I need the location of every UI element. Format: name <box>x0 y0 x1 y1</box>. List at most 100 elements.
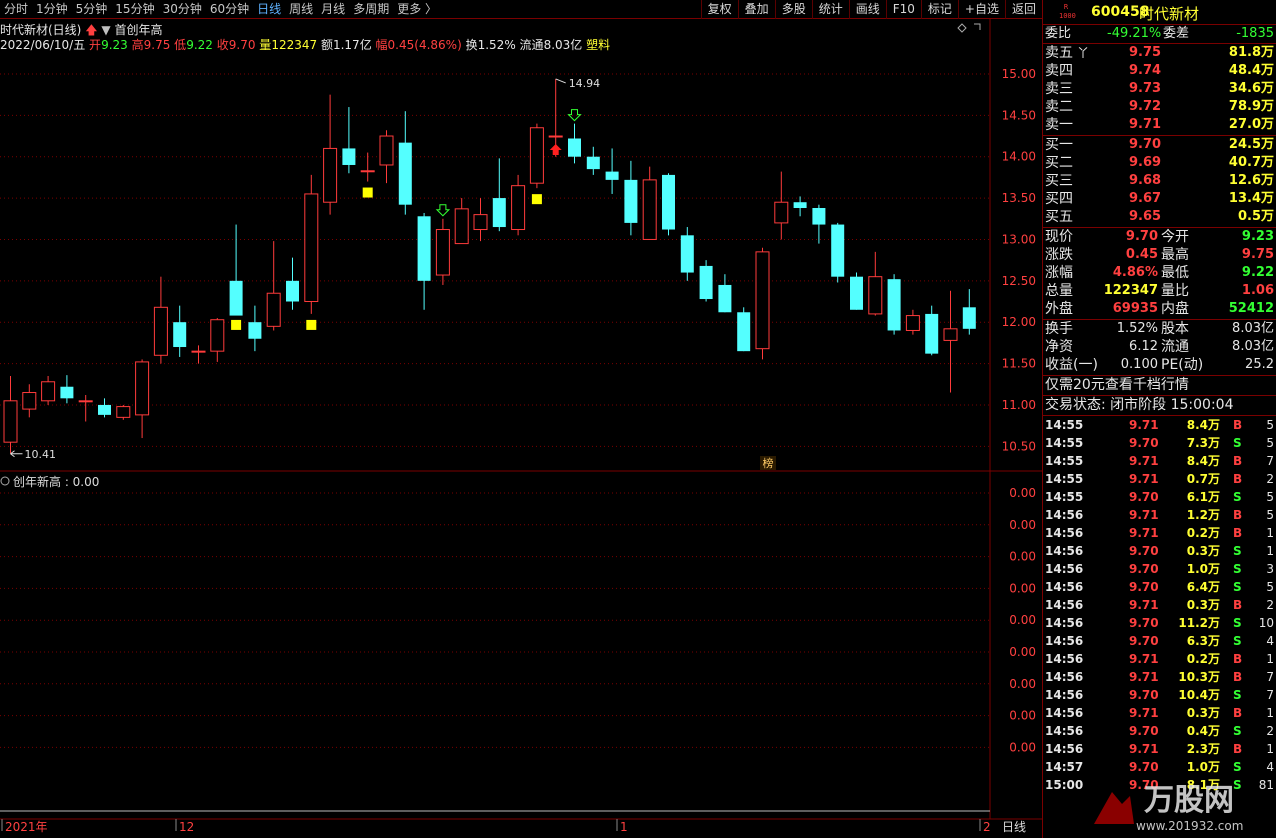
sell-row[interactable]: 卖三 9.73 34.6万 <box>1043 80 1276 98</box>
candle-body-up[interactable] <box>41 381 56 402</box>
candle-body-up[interactable] <box>304 193 319 303</box>
candle-body-up[interactable] <box>642 179 657 240</box>
candle-body-down[interactable] <box>793 202 807 209</box>
candle-body-up[interactable] <box>435 229 450 276</box>
tool-button-7[interactable]: +自选 <box>957 0 1005 19</box>
chart-area[interactable]: 15.00 14.50 14.00 13.50 13.00 12.50 12.00 11.50… <box>0 19 1042 838</box>
candle-body-up[interactable] <box>529 127 544 184</box>
sector-label[interactable]: 塑料 <box>586 38 610 52</box>
period-tab-3[interactable]: 15分钟 <box>111 0 158 19</box>
period-tab-8[interactable]: 月线 <box>317 0 349 19</box>
period-tab-2[interactable]: 5分钟 <box>72 0 112 19</box>
candle-body-up[interactable] <box>3 400 18 443</box>
candle-body-down[interactable] <box>286 280 299 302</box>
candle-body-up[interactable] <box>210 319 225 352</box>
tool-button-1[interactable]: 叠加 <box>737 0 775 19</box>
tick-direction: B <box>1233 706 1243 720</box>
candle-body-down[interactable] <box>925 313 939 354</box>
candle-body-down[interactable] <box>662 174 675 230</box>
tool-button-6[interactable]: 标记 <box>920 0 958 19</box>
candle-body-up[interactable] <box>511 185 526 231</box>
candle-body-down[interactable] <box>98 404 111 415</box>
candle-body-down[interactable] <box>417 216 431 281</box>
candle-body-up[interactable] <box>774 201 789 224</box>
tool-button-3[interactable]: 统计 <box>811 0 849 19</box>
tool-button-4[interactable]: 画线 <box>848 0 886 19</box>
candle-body-down[interactable] <box>831 224 845 277</box>
sell-row[interactable]: 卖一 9.71 27.0万 <box>1043 116 1276 134</box>
candle-body-down[interactable] <box>60 386 74 399</box>
candle-body-down[interactable] <box>737 312 751 352</box>
period-indicator[interactable]: 日线 <box>1002 820 1026 834</box>
candle-body-up[interactable] <box>943 328 958 341</box>
candle-body-down[interactable] <box>718 284 732 313</box>
candle-body-down[interactable] <box>605 171 619 180</box>
period-tab-6[interactable]: 日线 <box>253 0 285 19</box>
buy-row[interactable]: 买一 9.70 24.5万 <box>1043 136 1276 154</box>
sub-indicator-dropdown-icon[interactable] <box>0 476 10 486</box>
sell-row[interactable]: 卖四 9.74 48.4万 <box>1043 62 1276 80</box>
buy-volume: 40.7万 <box>1228 155 1274 170</box>
tick-list[interactable]: 14:55 9.71 8.4万 B 5 14:55 9.70 7.3万 S 5 14:55 9.71 8… <box>1043 416 1276 794</box>
candle-body-down[interactable] <box>962 307 976 329</box>
candle-body-down[interactable] <box>624 179 638 223</box>
candle-body-up[interactable] <box>360 170 375 173</box>
tool-button-5[interactable]: F10 <box>885 0 921 19</box>
period-tab-1[interactable]: 1分钟 <box>32 0 72 19</box>
period-tab-10[interactable]: 更多 〉 <box>393 0 441 19</box>
tick-count: 1 <box>1266 706 1274 720</box>
tool-button-2[interactable]: 多股 <box>774 0 812 19</box>
promo-row[interactable]: 仅需20元查看千档行情 <box>1043 376 1276 396</box>
indicator-name[interactable]: 首创年高 <box>114 23 162 37</box>
candle-body-down[interactable] <box>342 148 356 165</box>
candle-body-up[interactable] <box>548 135 563 138</box>
candle-body-up[interactable] <box>116 406 131 418</box>
candle-body-up[interactable] <box>266 292 281 327</box>
kline-chart[interactable]: 15.00 14.50 14.00 13.50 13.00 12.50 12.00 11.50… <box>0 19 1042 838</box>
candle-body-up[interactable] <box>78 400 93 403</box>
buy-row[interactable]: 买五 9.65 0.5万 <box>1043 208 1276 226</box>
candle-body-down[interactable] <box>586 156 600 170</box>
candle-body-up[interactable] <box>153 306 168 356</box>
candle-body-down[interactable] <box>398 142 412 205</box>
candle-body-up[interactable] <box>473 214 488 231</box>
period-tab-5[interactable]: 60分钟 <box>206 0 253 19</box>
expand-icon[interactable] <box>974 23 981 30</box>
sell-row[interactable]: 卖五丫 9.75 81.8万 <box>1043 44 1276 62</box>
candle-body-up[interactable] <box>755 251 770 350</box>
candle-body-down[interactable] <box>812 208 826 225</box>
candle-body-down[interactable] <box>850 276 863 310</box>
ranking-badge[interactable]: 榜 <box>763 456 774 470</box>
candle-body-down[interactable] <box>248 322 262 339</box>
candle-body-up[interactable] <box>905 315 920 331</box>
period-tab-4[interactable]: 30分钟 <box>159 0 206 19</box>
candle-body-up[interactable] <box>454 208 469 245</box>
wei-cha-value: -1835 <box>1236 26 1274 41</box>
promo-text[interactable]: 仅需20元查看千档行情 <box>1045 376 1189 394</box>
candle-body-up[interactable] <box>379 135 394 166</box>
candle-body-up[interactable] <box>191 350 206 353</box>
tool-button-0[interactable]: 复权 <box>700 0 738 19</box>
candle-body-down[interactable] <box>229 280 243 316</box>
sell-row[interactable]: 卖二 9.72 78.9万 <box>1043 98 1276 116</box>
buy-row[interactable]: 买四 9.67 13.4万 <box>1043 190 1276 208</box>
amount-value: 1.17亿 <box>332 38 372 52</box>
diamond-icon[interactable] <box>957 23 967 33</box>
period-tab-9[interactable]: 多周期 <box>349 0 393 19</box>
candle-body-down[interactable] <box>680 235 694 273</box>
buy-row[interactable]: 买二 9.69 40.7万 <box>1043 154 1276 172</box>
candle-body-up[interactable] <box>323 147 338 203</box>
buy-row[interactable]: 买三 9.68 12.6万 <box>1043 172 1276 190</box>
candle-body-up[interactable] <box>22 392 37 410</box>
candle-body-down[interactable] <box>173 322 187 348</box>
indicator-dropdown-icon[interactable]: ▼ <box>101 23 110 37</box>
period-tab-0[interactable]: 分时 <box>0 0 32 19</box>
candle-body-down[interactable] <box>699 265 713 300</box>
candle-body-down[interactable] <box>887 279 901 331</box>
candle-body-up[interactable] <box>135 361 150 416</box>
period-tab-7[interactable]: 周线 <box>285 0 317 19</box>
candle-body-down[interactable] <box>492 198 506 228</box>
tool-button-8[interactable]: 返回 <box>1004 0 1042 19</box>
candle-body-down[interactable] <box>568 138 581 157</box>
candle-body-up[interactable] <box>868 276 883 315</box>
